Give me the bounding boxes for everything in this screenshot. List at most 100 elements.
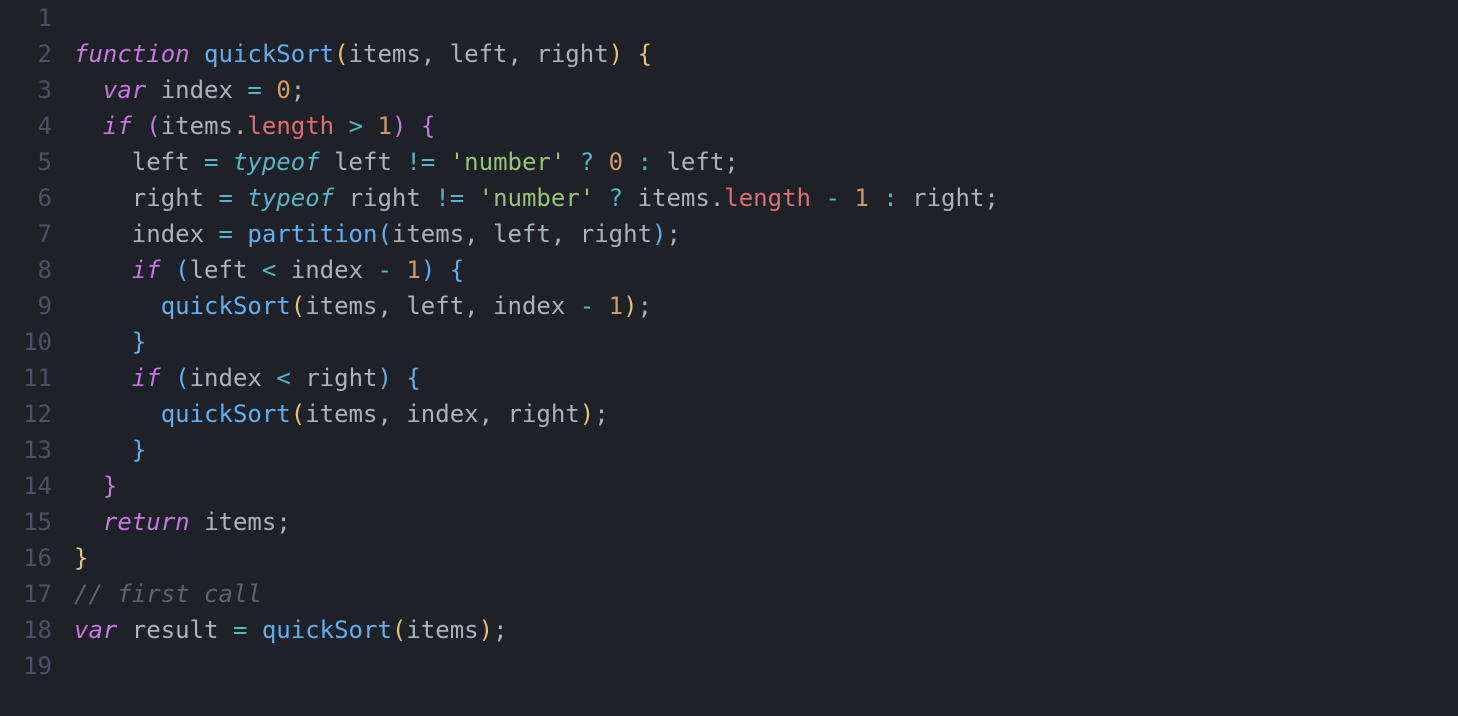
code-token: typeof [233, 148, 334, 176]
code-token [74, 148, 132, 176]
code-token [233, 220, 247, 248]
code-line[interactable]: quickSort(items, index, right); [74, 396, 1454, 432]
line-number: 14 [10, 468, 52, 504]
code-area[interactable]: function quickSort(items, left, right) {… [70, 0, 1458, 716]
code-token: left [334, 148, 392, 176]
code-token: items [406, 616, 478, 644]
code-token: = [247, 76, 261, 104]
code-line[interactable]: } [74, 432, 1454, 468]
code-token: . [233, 112, 247, 140]
code-token: ( [291, 292, 305, 320]
line-number-gutter: 12345678910111213141516171819 [0, 0, 70, 716]
code-token [247, 256, 261, 284]
code-line[interactable]: if (index < right) { [74, 360, 1454, 396]
code-token: typeof [247, 184, 348, 212]
code-line[interactable]: var result = quickSort(items); [74, 612, 1454, 648]
code-token: > [349, 112, 363, 140]
code-token: ( [175, 364, 189, 392]
code-line[interactable]: left = typeof left != 'number' ? 0 : lef… [74, 144, 1454, 180]
code-line[interactable]: } [74, 540, 1454, 576]
code-line[interactable]: var index = 0; [74, 72, 1454, 108]
code-token: 'number' [479, 184, 595, 212]
code-token: 1 [854, 184, 868, 212]
code-token [74, 472, 103, 500]
code-token [392, 364, 406, 392]
code-token [74, 184, 132, 212]
code-token: ( [146, 112, 160, 140]
code-token: } [74, 544, 88, 572]
code-token: ; [666, 220, 680, 248]
code-token [435, 256, 449, 284]
code-token: 1 [609, 292, 623, 320]
code-token: items [204, 508, 276, 536]
code-token: 1 [406, 256, 420, 284]
line-number: 11 [10, 360, 52, 396]
code-token [74, 328, 132, 356]
code-token [464, 184, 478, 212]
code-token [204, 184, 218, 212]
code-token: return [103, 508, 204, 536]
code-token: left [666, 148, 724, 176]
code-token: , [421, 40, 450, 68]
code-line[interactable]: if (items.length > 1) { [74, 108, 1454, 144]
code-token: left [190, 256, 248, 284]
code-token: items [161, 112, 233, 140]
code-token [74, 508, 103, 536]
code-token: result [132, 616, 219, 644]
code-token [334, 112, 348, 140]
code-line[interactable]: } [74, 324, 1454, 360]
code-token [623, 184, 637, 212]
code-token: if [132, 364, 175, 392]
code-token: items [305, 292, 377, 320]
code-line[interactable] [74, 0, 1454, 36]
code-line[interactable]: quickSort(items, left, index - 1); [74, 288, 1454, 324]
code-line[interactable] [74, 648, 1454, 684]
code-token: ; [594, 400, 608, 428]
code-token: { [638, 40, 652, 68]
code-line[interactable]: function quickSort(items, left, right) { [74, 36, 1454, 72]
code-token: ) [392, 112, 406, 140]
code-token: , [464, 292, 493, 320]
code-token: ; [276, 508, 290, 536]
code-token: right [508, 400, 580, 428]
code-token: if [132, 256, 175, 284]
code-editor[interactable]: 12345678910111213141516171819 function q… [0, 0, 1458, 716]
code-token: { [421, 112, 435, 140]
code-token: ; [291, 76, 305, 104]
code-token [652, 148, 666, 176]
code-line[interactable]: right = typeof right != 'number' ? items… [74, 180, 1454, 216]
code-token [74, 256, 132, 284]
code-token [898, 184, 912, 212]
code-token [392, 256, 406, 284]
code-line[interactable]: } [74, 468, 1454, 504]
code-token: var [74, 616, 132, 644]
code-token [74, 436, 132, 464]
code-token: quickSort [262, 616, 392, 644]
line-number: 15 [10, 504, 52, 540]
code-line[interactable]: index = partition(items, left, right); [74, 216, 1454, 252]
code-line[interactable]: if (left < index - 1) { [74, 252, 1454, 288]
code-token [363, 112, 377, 140]
code-token: ; [493, 616, 507, 644]
code-token: != [435, 184, 464, 212]
code-token [869, 184, 883, 212]
code-line[interactable]: return items; [74, 504, 1454, 540]
code-token: < [262, 256, 276, 284]
code-token [74, 364, 132, 392]
code-token: index [291, 256, 363, 284]
line-number: 18 [10, 612, 52, 648]
code-token [623, 40, 637, 68]
code-token: quickSort [161, 292, 291, 320]
code-token: ( [334, 40, 348, 68]
code-line[interactable]: // first call [74, 576, 1454, 612]
code-token: ( [175, 256, 189, 284]
code-token: right [305, 364, 377, 392]
code-token: index [132, 220, 204, 248]
line-number: 9 [10, 288, 52, 324]
code-token: ( [377, 220, 391, 248]
code-token [247, 616, 261, 644]
code-token: , [377, 292, 406, 320]
line-number: 16 [10, 540, 52, 576]
code-token: } [132, 328, 146, 356]
code-token [190, 148, 204, 176]
